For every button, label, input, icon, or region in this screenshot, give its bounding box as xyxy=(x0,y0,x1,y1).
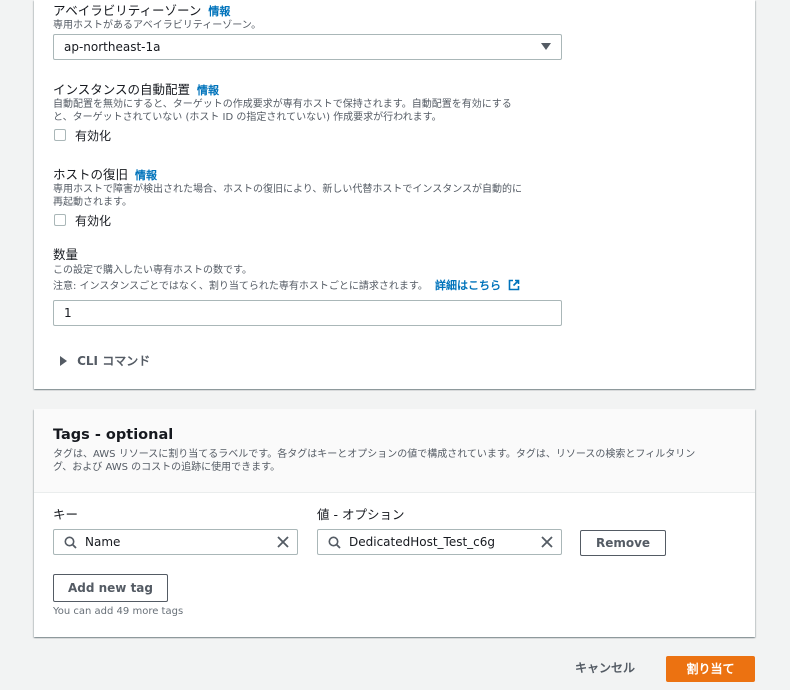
tags-title: Tags - optional xyxy=(53,427,174,443)
remove-tag-button[interactable]: Remove xyxy=(580,530,666,556)
cli-command-expander[interactable]: CLI コマンド xyxy=(59,350,150,369)
add-new-tag-button[interactable]: Add new tag xyxy=(53,574,168,602)
cancel-button[interactable]: キャンセル xyxy=(566,656,644,682)
remaining-tags-hint: You can add 49 more tags xyxy=(53,606,184,617)
quantity-description-line2-row: 注意: インスタンスごとではなく、割り当てられた専有ホストごとに請求されます。 … xyxy=(53,279,520,293)
quantity-label: 数量 xyxy=(53,247,79,262)
auto-placement-checkbox[interactable] xyxy=(54,129,66,141)
auto-placement-description-line1: 自動配置を無効にすると、ターゲットの作成要求が専有ホストで保持されます。自動配置… xyxy=(53,99,512,110)
host-recovery-description-line1: 専用ホストで障害が検出された場合、ホストの復旧により、新しい代替ホストでインスタ… xyxy=(53,184,522,195)
az-label-row: アベイラビリティーゾーン 情報 xyxy=(53,3,230,20)
az-description: 専用ホストがあるアベイラビリティーゾーン。 xyxy=(53,20,262,31)
clear-icon[interactable] xyxy=(277,536,289,548)
host-recovery-description-line2: 再起動されます。 xyxy=(53,197,132,208)
auto-placement-checkbox-label[interactable]: 有効化 xyxy=(75,127,111,144)
tag-key-header: キー xyxy=(53,507,79,522)
auto-placement-label-row: インスタンスの自動配置 情報 xyxy=(53,82,219,99)
details-link[interactable]: 詳細はこちら xyxy=(435,279,501,292)
host-recovery-label-row: ホストの復旧 情報 xyxy=(53,167,157,184)
tag-value-input[interactable]: DedicatedHost_Test_c6g xyxy=(317,529,562,555)
external-link-icon[interactable] xyxy=(508,279,520,291)
cli-command-label[interactable]: CLI コマンド xyxy=(77,354,150,368)
az-label: アベイラビリティーゾーン xyxy=(53,3,202,18)
quantity-description-line2: 注意: インスタンスごとではなく、割り当てられた専有ホストごとに請求されます。 xyxy=(53,281,428,292)
tag-key-input[interactable]: Name xyxy=(53,529,298,555)
quantity-input[interactable]: 1 xyxy=(53,300,562,326)
search-icon xyxy=(328,536,341,549)
submit-allocate-button[interactable]: 割り当て xyxy=(666,656,755,682)
host-recovery-checkbox[interactable] xyxy=(54,214,66,226)
auto-placement-description-line2: と、ターゲットされていない (ホスト ID の指定されていない) 作成要求が行わ… xyxy=(53,112,442,123)
tags-description-line1: タグは、AWS リソースに割り当てるラベルです。各タグはキーとオプションの値で構… xyxy=(53,449,696,460)
host-settings-panel: アベイラビリティーゾーン 情報 専用ホストがあるアベイラビリティーゾーン。 ap-… xyxy=(34,0,755,389)
tag-value-header: 値 - オプション xyxy=(317,507,405,522)
host-recovery-info-link[interactable]: 情報 xyxy=(135,169,157,182)
clear-icon[interactable] xyxy=(541,536,553,548)
tag-value-value: DedicatedHost_Test_c6g xyxy=(349,535,496,549)
quantity-input-value: 1 xyxy=(64,306,72,320)
az-info-link[interactable]: 情報 xyxy=(208,5,230,18)
az-select-value: ap-northeast-1a xyxy=(64,40,161,54)
tags-header: Tags - optional タグは、AWS リソースに割り当てるラベルです。… xyxy=(34,409,755,493)
tags-description-line2: グ、および AWS のコストの追跡に使用できます。 xyxy=(53,462,281,473)
tag-key-value: Name xyxy=(85,535,121,549)
caret-down-icon xyxy=(541,43,551,50)
auto-placement-label: インスタンスの自動配置 xyxy=(53,82,191,97)
tags-panel: Tags - optional タグは、AWS リソースに割り当てるラベルです。… xyxy=(34,409,755,637)
az-select[interactable]: ap-northeast-1a xyxy=(53,34,562,60)
quantity-description-line1: この設定で購入したい専有ホストの数です。 xyxy=(53,265,252,276)
auto-placement-info-link[interactable]: 情報 xyxy=(197,84,219,97)
host-recovery-checkbox-label[interactable]: 有効化 xyxy=(75,212,111,229)
search-icon xyxy=(64,536,77,549)
host-recovery-label: ホストの復旧 xyxy=(53,167,129,182)
caret-right-icon xyxy=(60,356,67,366)
